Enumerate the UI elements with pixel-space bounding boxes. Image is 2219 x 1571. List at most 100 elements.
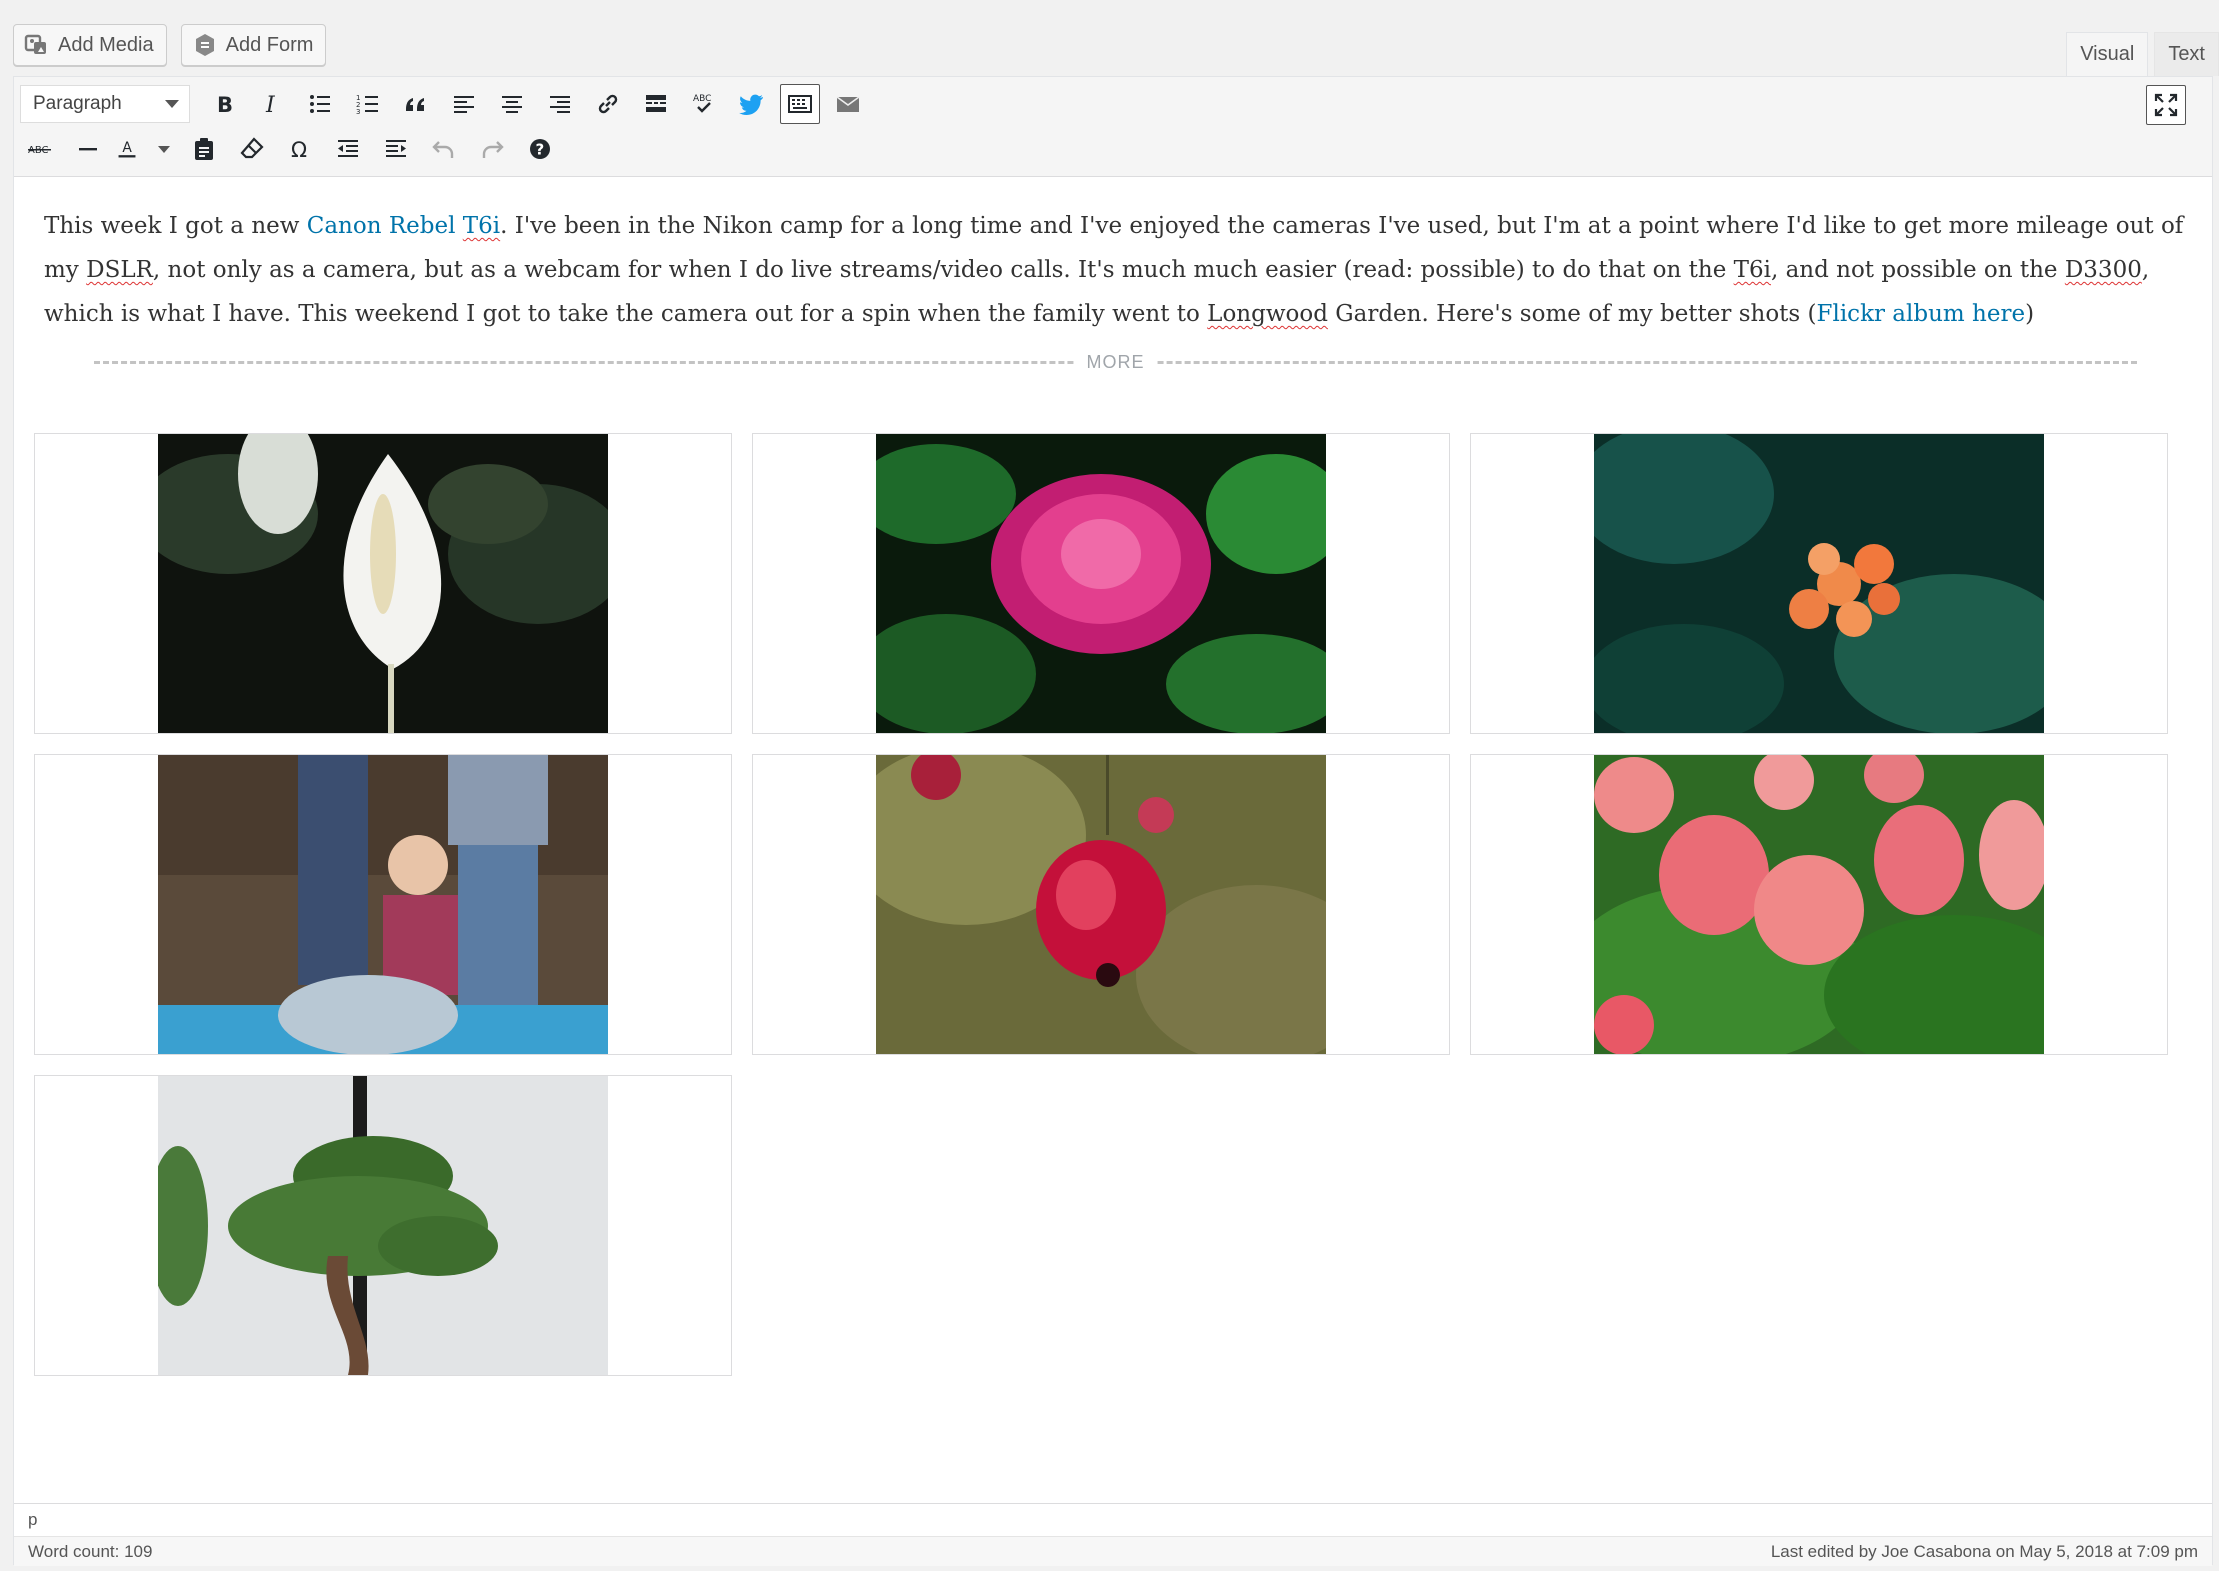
email-button[interactable] (828, 84, 868, 124)
add-form-label: Add Form (225, 33, 314, 56)
read-more-icon (646, 95, 666, 112)
chevron-down-icon (158, 145, 170, 153)
chevron-down-icon (165, 100, 179, 108)
read-more-label: MORE (1074, 352, 1157, 373)
svg-text:Ω: Ω (291, 138, 307, 162)
word-count: Word count: 109 (28, 1541, 153, 1561)
twitter-button[interactable] (732, 84, 772, 124)
gallery-item[interactable] (752, 754, 1450, 1055)
undo-icon (432, 141, 454, 158)
clear-formatting-icon (240, 137, 264, 159)
toolbar-row-1: Paragraph B I 123 ABC (20, 84, 876, 124)
canon-rebel-link[interactable]: Canon Rebel T6i (307, 213, 500, 239)
spellcheck-icon: ABC (693, 94, 711, 113)
italic-button[interactable]: I (252, 84, 292, 124)
undo-button[interactable] (424, 129, 464, 169)
read-more-separator[interactable]: MORE (94, 352, 2137, 373)
orange-clivia-photo (1594, 434, 2044, 733)
italic-icon: I (265, 93, 276, 117)
clear-formatting-button[interactable] (232, 129, 272, 169)
horizontal-line-icon (79, 148, 97, 151)
redo-icon (482, 141, 504, 158)
svg-text:3: 3 (356, 108, 360, 116)
bullet-list-icon (310, 95, 330, 113)
numbered-list-button[interactable]: 123 (348, 84, 388, 124)
align-left-button[interactable] (444, 84, 484, 124)
element-path[interactable]: p (14, 1503, 2212, 1536)
gallery-item[interactable] (1470, 754, 2168, 1055)
toolbar-row-2: ABC A Ω (20, 129, 568, 169)
spellcheck-button[interactable]: ABC (684, 84, 724, 124)
gallery-item[interactable] (752, 433, 1450, 734)
toddler-fountain-photo (158, 755, 608, 1054)
bold-button[interactable]: B (204, 84, 244, 124)
add-form-button[interactable]: Add Form (180, 24, 327, 66)
pink-tulips-photo (1594, 755, 2044, 1054)
align-center-icon (502, 96, 522, 113)
redo-button[interactable] (472, 129, 512, 169)
misspelled-word[interactable]: Longwood (1207, 301, 1328, 327)
format-select[interactable]: Paragraph (20, 85, 190, 123)
strikethrough-button[interactable]: ABC (20, 129, 60, 169)
indent-icon (386, 140, 406, 157)
link-button[interactable] (588, 84, 628, 124)
editor: Paragraph B I 123 ABC A Ω ? This week I … (13, 76, 2213, 1566)
email-icon (836, 96, 860, 112)
outdent-button[interactable] (328, 129, 368, 169)
last-edited: Last edited by Joe Casabona on May 5, 20… (1770, 1541, 2198, 1561)
align-right-button[interactable] (540, 84, 580, 124)
gallery-item[interactable] (34, 754, 732, 1055)
link-icon (598, 94, 618, 114)
editor-status-bar: Word count: 109 Last edited by Joe Casab… (14, 1536, 2212, 1566)
editor-tabs: Visual Text (2066, 32, 2219, 76)
gallery-item[interactable] (1470, 433, 2168, 734)
text-color-label: A (122, 140, 132, 156)
horizontal-line-button[interactable] (68, 129, 108, 169)
red-lantern-flower-photo (876, 755, 1326, 1054)
add-media-label: Add Media (58, 33, 154, 56)
numbered-list-icon: 123 (356, 94, 378, 116)
text-color-button[interactable]: A (116, 129, 138, 169)
peace-lily-photo (158, 434, 608, 733)
paste-text-button[interactable] (184, 129, 224, 169)
twitter-icon (739, 94, 763, 116)
outdent-icon (338, 140, 358, 157)
special-character-button[interactable]: Ω (280, 129, 320, 169)
gallery-item[interactable] (34, 433, 732, 734)
image-gallery (34, 433, 2168, 1376)
indent-button[interactable] (376, 129, 416, 169)
form-icon (195, 34, 214, 56)
strikethrough-icon: ABC (28, 145, 51, 156)
align-right-icon (550, 96, 570, 113)
align-left-icon (454, 96, 474, 113)
editor-toolbar: Paragraph B I 123 ABC A Ω ? (14, 77, 2212, 177)
svg-text:B: B (217, 93, 233, 117)
flickr-album-link[interactable]: Flickr album here (1817, 301, 2026, 327)
tab-visual[interactable]: Visual (2066, 32, 2149, 76)
spellcheck-label: ABC (693, 94, 711, 104)
blockquote-icon (406, 98, 424, 111)
gallery-item[interactable] (34, 1075, 732, 1376)
read-more-button[interactable] (636, 84, 676, 124)
misspelled-word[interactable]: T6i (1734, 257, 1771, 283)
post-paragraph: This week I got a new Canon Rebel T6i. I… (44, 213, 2184, 327)
text-color-dropdown[interactable] (156, 129, 172, 169)
blockquote-button[interactable] (396, 84, 436, 124)
misspelled-word[interactable]: D3300 (2065, 257, 2142, 283)
help-button[interactable]: ? (520, 129, 560, 169)
tab-text[interactable]: Text (2154, 32, 2219, 76)
fullscreen-icon (2154, 93, 2178, 117)
media-buttons: Add Media Add Form (13, 24, 327, 66)
svg-text:?: ? (536, 141, 545, 159)
toolbar-toggle-button[interactable] (780, 84, 820, 124)
toolbar-toggle-icon (788, 95, 812, 113)
misspelled-word[interactable]: DSLR (86, 257, 153, 283)
bullet-list-button[interactable] (300, 84, 340, 124)
bonsai-tree-photo (158, 1076, 608, 1375)
paste-text-icon (195, 138, 213, 160)
text-color-icon: A (118, 140, 136, 158)
format-select-value: Paragraph (33, 93, 122, 114)
add-media-button[interactable]: Add Media (13, 24, 167, 66)
align-center-button[interactable] (492, 84, 532, 124)
fullscreen-button[interactable] (2146, 85, 2186, 125)
